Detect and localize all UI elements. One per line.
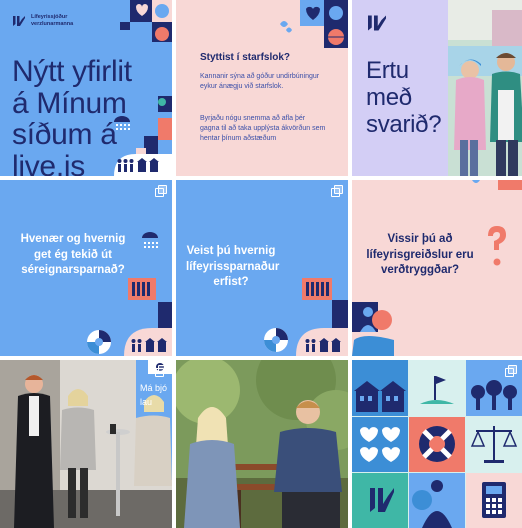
carousel-icon: [505, 365, 517, 377]
photo-sign-text: Má bjó lau: [140, 383, 168, 407]
post-tile-4[interactable]: Hvenær og hvernig get ég tekið út séreig…: [0, 180, 172, 356]
lv-logo-icon: [368, 15, 386, 31]
post-tile-1[interactable]: Lífeyrissjóður verzlunarmanna Nýtt yfirl…: [0, 0, 172, 176]
icon-mosaic-icon: [352, 360, 522, 528]
post-tile-3[interactable]: Ertu með svarið?: [352, 0, 522, 176]
post-grid: Lífeyrissjóður verzlunarmanna Nýtt yfirl…: [0, 0, 522, 528]
carousel-icon: [155, 365, 167, 377]
post-tile-5[interactable]: Veist þú hvernig lífeyrissparnaður erfis…: [176, 180, 348, 356]
decor-shapes-icon: [264, 278, 348, 356]
post-tile-9[interactable]: [352, 360, 522, 528]
couple-photo-icon: [448, 0, 522, 176]
decor-shapes-icon: [114, 0, 172, 176]
post-tile-6[interactable]: Vissir þú að lífeyrisgreiðslur eru verðt…: [352, 180, 522, 356]
post-tile-7[interactable]: Má bjó lau: [0, 360, 172, 528]
decor-shapes-icon: [280, 0, 348, 48]
decor-shapes-icon: [87, 232, 172, 356]
post-title: Ertu með svarið?: [366, 57, 442, 138]
decor-shapes-icon: [352, 180, 522, 356]
post-tile-2[interactable]: Styttist í starfslok? Kannanir sýna að g…: [176, 0, 348, 176]
bench-photo-icon: [176, 360, 348, 528]
post-tile-8[interactable]: [176, 360, 348, 528]
